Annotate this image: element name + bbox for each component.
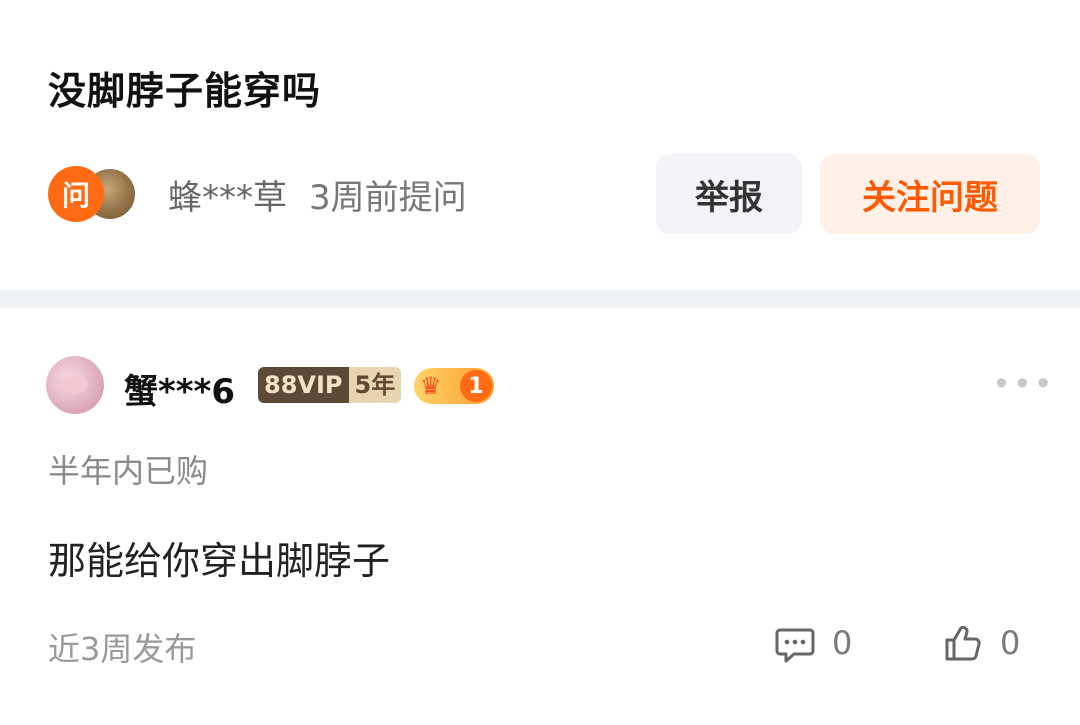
question-badge: 问 bbox=[48, 166, 104, 222]
comment-count: 0 bbox=[832, 624, 853, 662]
section-divider bbox=[0, 290, 1080, 308]
answerer-avatar[interactable] bbox=[46, 356, 104, 414]
comment-button[interactable]: 0 bbox=[774, 622, 852, 664]
rank-badge: ♛ 1 bbox=[414, 368, 494, 404]
comment-icon bbox=[774, 622, 816, 664]
vip-years: 5年 bbox=[348, 367, 402, 403]
like-button[interactable]: 0 bbox=[942, 622, 1020, 664]
answer-time: 近3周发布 bbox=[48, 630, 197, 668]
answer-card: 蟹***6 88VIP 5年 ♛ 1 ••• 半年内已购 那能给你穿出脚脖子 近… bbox=[0, 308, 1080, 725]
report-button[interactable]: 举报 bbox=[656, 154, 802, 234]
answer-text: 那能给你穿出脚脖子 bbox=[48, 539, 391, 583]
asker-row: 问 蜂***草 3周前提问 bbox=[48, 166, 467, 222]
question-card: 没脚脖子能穿吗 问 蜂***草 3周前提问 举报 关注问题 bbox=[0, 0, 1080, 290]
ask-time: 3周前提问 bbox=[309, 177, 467, 218]
vip-label: 88VIP bbox=[258, 367, 349, 403]
more-icon[interactable]: ••• bbox=[992, 368, 1055, 400]
answerer-name[interactable]: 蟹***6 bbox=[124, 364, 235, 413]
follow-question-button[interactable]: 关注问题 bbox=[820, 154, 1040, 234]
rank-number: 1 bbox=[460, 370, 492, 402]
question-title: 没脚脖子能穿吗 bbox=[48, 69, 322, 113]
asker-name[interactable]: 蜂***草 bbox=[168, 170, 287, 219]
thumbs-up-icon bbox=[942, 622, 984, 664]
crown-icon: ♛ bbox=[420, 372, 442, 400]
purchase-note: 半年内已购 bbox=[48, 452, 209, 490]
like-count: 0 bbox=[1000, 624, 1021, 662]
vip-badge: 88VIP 5年 bbox=[258, 367, 402, 403]
